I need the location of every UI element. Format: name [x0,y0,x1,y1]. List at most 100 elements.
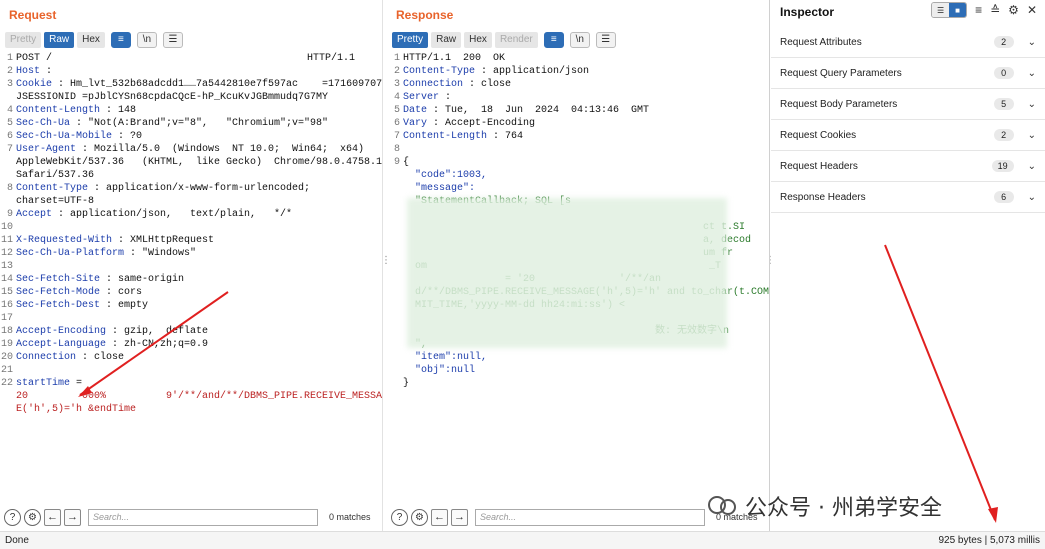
line-number: 13 [0,261,13,272]
header-key: Sec-Ch-Ua [16,118,71,129]
line-number: 7 [6,144,13,155]
editor-line: 5 Sec-Ch-Ua : "Not(A:Brand";v="8", "Chrom… [0,117,382,130]
menu-icon[interactable]: ☰ [595,31,616,48]
response-tab-hex[interactable]: Hex [464,31,492,48]
line-number: 6 [393,118,400,129]
line-value: : application/json [475,66,590,77]
chevron-down-icon[interactable]: ⌄ [1028,130,1036,141]
response-tab-raw[interactable]: Raw [431,31,462,48]
line-value: : Accept-Encoding [427,118,536,129]
gear-icon[interactable]: ⚙ [1008,3,1019,17]
line-number: 8 [393,144,400,155]
line-content: charset=UTF-8 [16,195,382,208]
editor-line: "item":null, [387,351,769,364]
newline-icon[interactable]: \n [136,31,157,48]
line-number [387,351,403,364]
line-number [387,221,403,234]
inspector-row[interactable]: Request Body Parameters 5 ⌄ [771,89,1045,120]
response-search-input[interactable]: Search... [475,508,705,526]
line-number: 8 [6,183,13,194]
line-value: : [439,92,452,103]
line-content: Accept-Encoding : gzip, deflate [16,325,382,338]
line-content: Connection : close [16,351,382,364]
line-value: POST / [16,53,53,64]
editor-line: 2 Content-Type : application/json [387,65,769,78]
request-editor[interactable]: 1 POST / HTTP/1.1 2 Host :3 Cookie : Hm_lvt_5… [0,52,382,501]
line-number [0,195,16,208]
header-key: Connection [16,352,77,363]
line-content: Accept : application/json, text/plain, *… [16,208,382,221]
help-icon[interactable]: ? [4,508,21,526]
line-content: Vary : Accept-Encoding [403,117,769,130]
line-content: "item":null, [403,351,769,364]
inspector-row[interactable]: Request Attributes 2 ⌄ [771,27,1045,58]
response-tab-pretty[interactable]: Pretty [392,31,429,48]
editor-line: 16 Sec-Fetch-Dest : empty [0,299,382,312]
header-key: Server [403,92,440,103]
line-value: : application/json, text/plain, */* [52,209,293,220]
response-title: Response [396,8,454,22]
inspector-row[interactable]: Request Query Parameters 0 ⌄ [771,58,1045,89]
panel-view-icon[interactable]: ■ [949,3,967,17]
redacted-overlay [407,198,727,348]
line-content: HTTP/1.1 200 OK [403,52,769,65]
gear-icon[interactable]: ⚙ [411,508,428,526]
count-badge: 0 [993,67,1014,79]
line-content: AppleWebKit/537.36 (KHTML, like Gecko) C… [16,156,382,169]
help-icon[interactable]: ? [391,508,408,526]
inspector-row[interactable]: Response Headers 6 ⌄ [771,182,1045,213]
line-content: Date : Tue, 18 Jun 2024 04:13:46 GMT [403,104,769,117]
line-value: : close [463,79,512,90]
header-key: Content-Type [403,66,476,77]
newline-icon[interactable]: \n [569,31,590,48]
line-number: 11 [0,235,13,246]
header-key: Content-Type [16,183,89,194]
line-value: charset=UTF-8 [16,196,95,207]
inspector-row[interactable]: Request Headers 19 ⌄ [771,151,1045,182]
chevron-down-icon[interactable]: ⌄ [1028,68,1036,79]
chevron-down-icon[interactable]: ⌄ [1028,37,1036,48]
request-tab-pretty[interactable]: Pretty [5,31,42,48]
request-tab-hex[interactable]: Hex [77,31,105,48]
line-number [387,195,403,208]
collapse-icon[interactable]: ≙ [990,3,1000,17]
inspector-view-toggle[interactable]: ☰ ■ [931,2,968,18]
chevron-down-icon[interactable]: ⌄ [1028,161,1036,172]
line-value: : "Not(A:Brand";v="8", "Chromium";v="98" [70,118,329,129]
line-content: Sec-Fetch-Mode : cors [16,286,382,299]
prev-arrow-icon[interactable]: ← [431,508,448,526]
prev-arrow-icon[interactable]: ← [44,508,61,526]
line-content: } [403,377,769,390]
chevron-down-icon[interactable]: ⌄ [1028,99,1036,110]
line-content: X-Requested-With : XMLHttpRequest [16,234,382,247]
line-number [387,234,403,247]
editor-line: 18 Accept-Encoding : gzip, deflate [0,325,382,338]
request-tab-raw[interactable]: Raw [44,31,75,48]
chevron-down-icon[interactable]: ⌄ [1028,192,1036,203]
line-content [16,221,382,234]
line-number [387,377,403,390]
wrap-icon[interactable]: ≡ [110,31,131,48]
editor-line: 2 Host : [0,65,382,78]
next-arrow-icon[interactable]: → [451,508,468,526]
next-arrow-icon[interactable]: → [64,508,81,526]
status-bar: Done 925 bytes | 5,073 millis [0,531,1045,549]
wrap-icon[interactable]: ≡ [543,31,564,48]
line-value: : Hm_lvt_532b68adcdd1……7a5442810e7f597ac… [52,79,382,90]
header-key: User-Agent [16,144,77,155]
line-number [0,169,16,182]
gear-icon[interactable]: ⚙ [24,508,41,526]
line-number: 14 [0,274,13,285]
line-content: POST / HTTP/1.1 [16,52,382,65]
response-tab-render[interactable]: Render [494,31,538,48]
list-view-icon[interactable]: ☰ [932,3,950,17]
editor-line: 9{ [387,156,769,169]
align-icon[interactable]: ≡ [975,3,982,17]
line-content [16,312,382,325]
inspector-row[interactable]: Request Cookies 2 ⌄ [771,120,1045,151]
request-search-input[interactable]: Search... [88,508,318,526]
menu-icon[interactable]: ☰ [162,31,183,48]
editor-line: 21 [0,364,382,377]
line-value: "message": [403,183,476,194]
close-icon[interactable]: ✕ [1027,3,1037,17]
